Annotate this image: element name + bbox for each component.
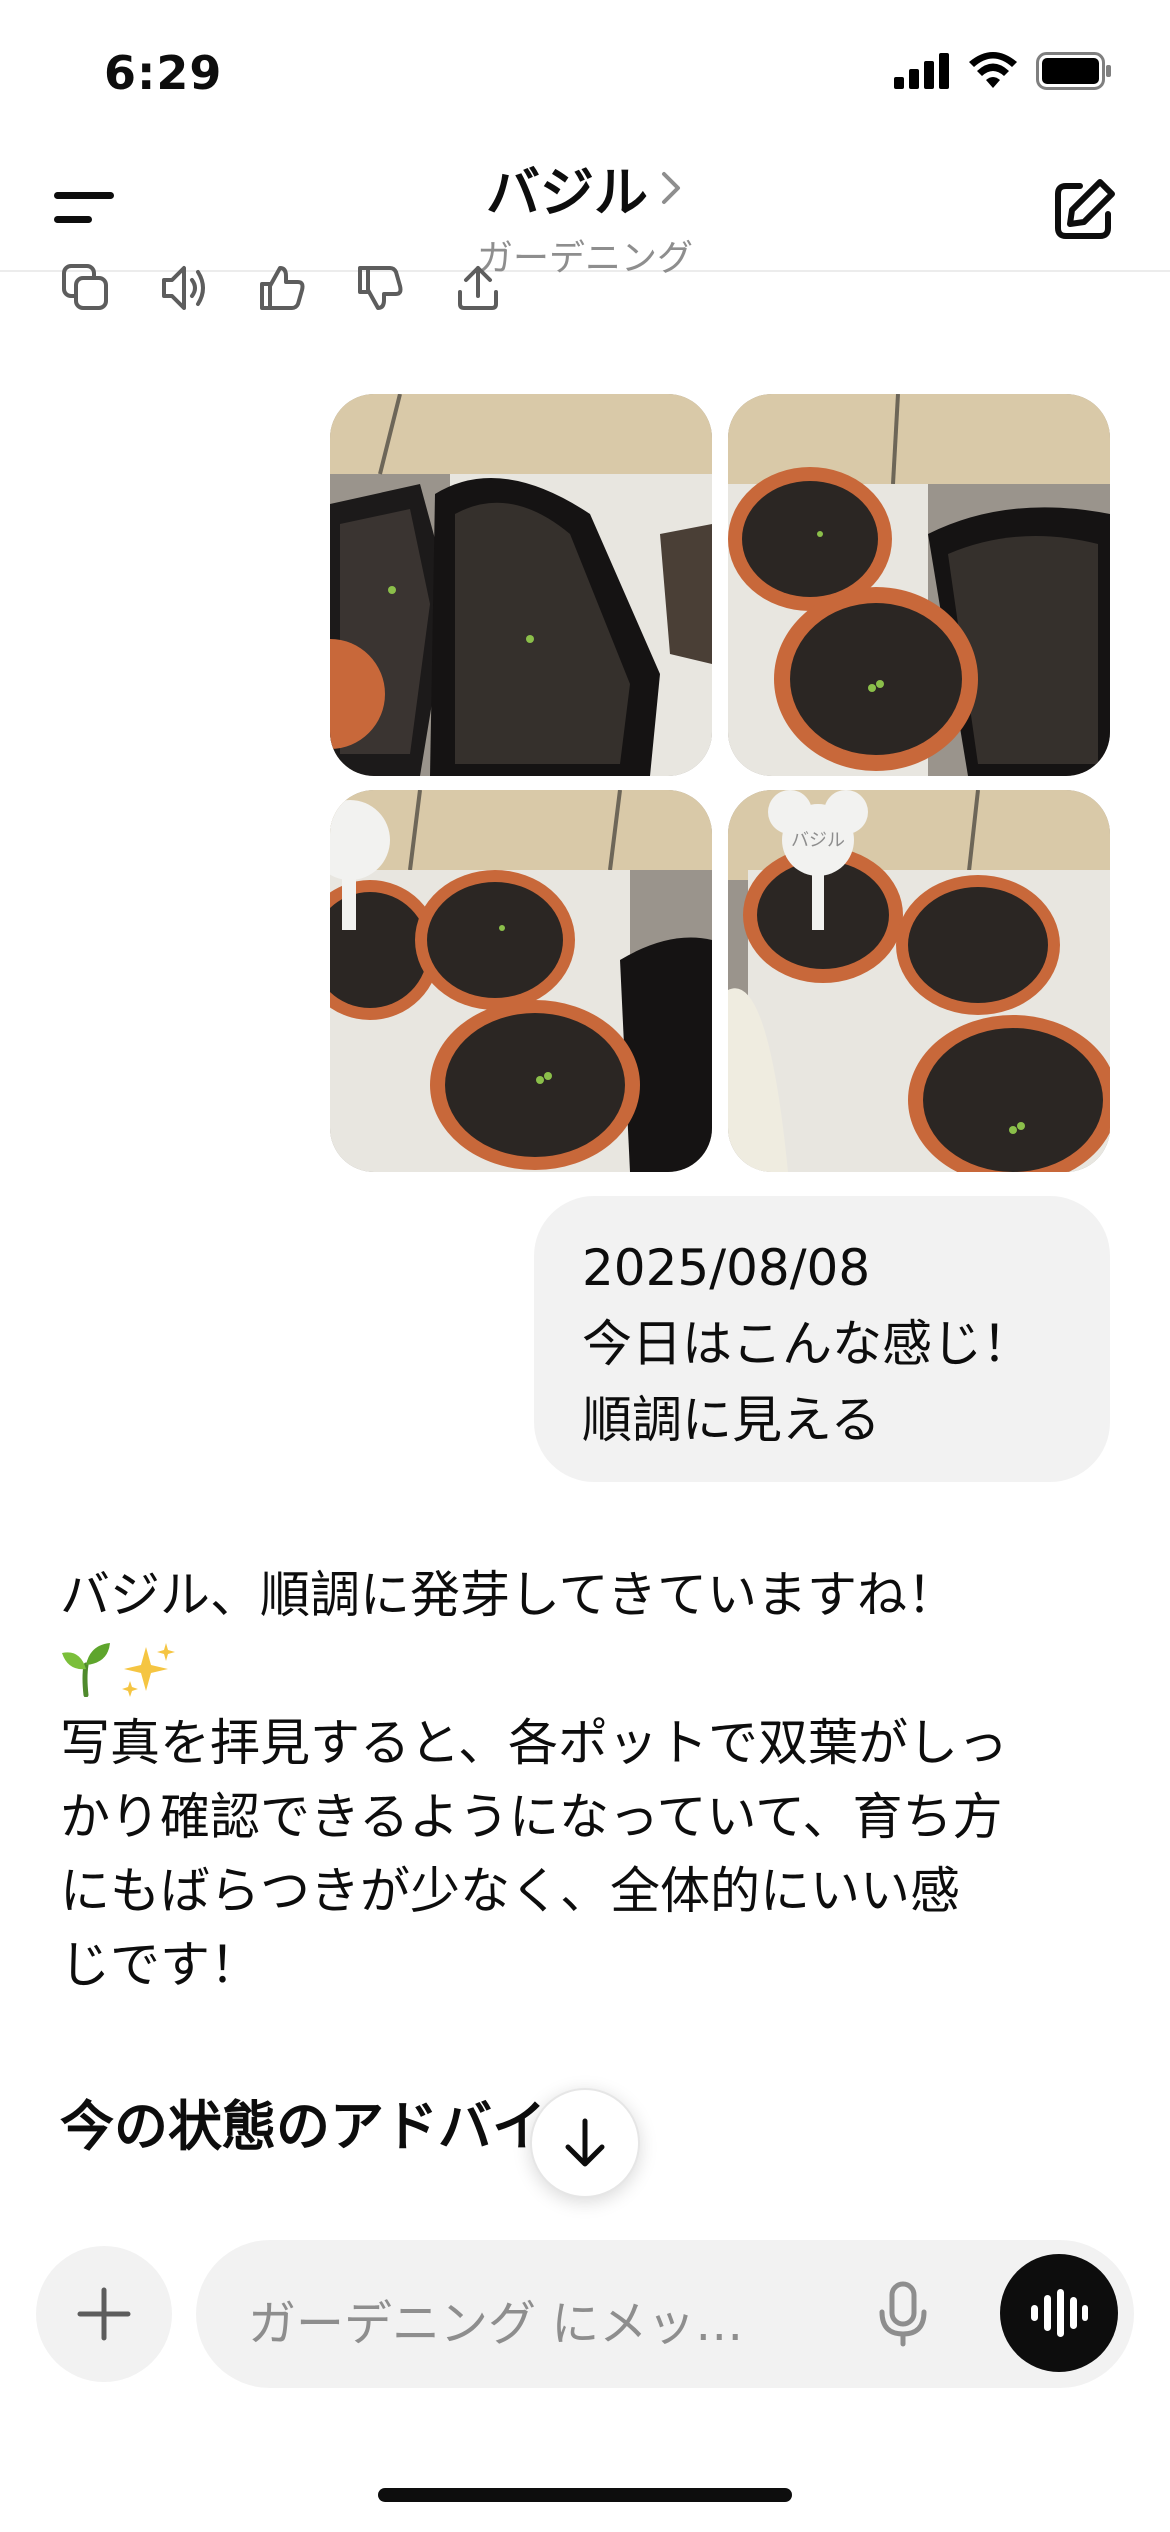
copy-icon[interactable] — [60, 262, 112, 314]
status-bar: 6:29 — [0, 0, 1170, 140]
chat-title-text: バジル — [486, 161, 648, 224]
microphone-icon[interactable] — [876, 2280, 930, 2348]
status-icons — [894, 52, 1112, 90]
thumbs-up-icon[interactable] — [256, 262, 308, 314]
add-attachment-button[interactable] — [36, 2246, 172, 2382]
assistant-line: じです！ — [60, 1936, 260, 1994]
thumbs-down-icon[interactable] — [354, 262, 406, 314]
status-time: 6:29 — [104, 46, 223, 100]
message-input-placeholder: ガーデニング にメッ… — [248, 2296, 744, 2352]
voice-waveform-icon — [1031, 2289, 1088, 2337]
new-chat-icon[interactable] — [1050, 176, 1118, 244]
share-icon[interactable] — [452, 262, 504, 314]
message-input[interactable]: ガーデニング にメッ… — [196, 2240, 1134, 2388]
seedling-icon — [62, 1643, 110, 1697]
assistant-line: 写真を拝見すると、各ポットで双葉がしっ — [60, 1714, 1008, 1772]
attached-photo-4[interactable]: バジル — [728, 790, 1110, 1172]
sprout-sparkles-emoji: 🌱✨ — [60, 1632, 1100, 1706]
arrow-down-icon — [565, 2118, 605, 2167]
attached-photo-3[interactable] — [330, 790, 712, 1172]
user-message-line: 今日はこんな感じ！ — [582, 1315, 1032, 1373]
assistant-line: かり確認できるようになっていて、育ち方 — [60, 1788, 1003, 1846]
cellular-signal-icon — [894, 53, 949, 89]
attached-photo-1[interactable] — [330, 394, 712, 776]
chevron-right-icon — [662, 171, 680, 204]
user-message-bubble: 2025/08/08 今日はこんな感じ！ 順調に見える — [534, 1196, 1110, 1482]
wifi-icon — [969, 52, 1017, 88]
user-message-line: 2025/08/08 — [582, 1239, 871, 1297]
message-action-row — [60, 262, 504, 314]
sparkles-icon — [122, 1643, 175, 1697]
assistant-line: バジル、順調に発芽してきていますね！ — [60, 1566, 957, 1624]
assistant-line: にもばらつきが少なく、全体的にいい感 — [60, 1862, 960, 1920]
chat-header: バジル ガーデニング — [0, 140, 1170, 279]
home-indicator — [378, 2488, 792, 2502]
plus-icon — [77, 2287, 131, 2341]
plant-label-text: バジル — [791, 830, 845, 851]
user-message-line: 順調に見える — [582, 1391, 881, 1449]
battery-icon — [1036, 52, 1111, 90]
photo-attachments: バジル — [330, 394, 1110, 1172]
voice-mode-button[interactable] — [1000, 2254, 1118, 2372]
assistant-message: バジル、順調に発芽してきていますね！ 🌱✨ 写真を拝見すると、各ポットで双葉がし… — [60, 1558, 1100, 2002]
chat-title[interactable]: バジル — [486, 148, 684, 227]
composer-bar: ガーデニング にメッ… — [0, 2230, 1170, 2530]
scroll-to-bottom-button[interactable] — [530, 2088, 640, 2198]
attached-photo-2[interactable] — [728, 394, 1110, 776]
read-aloud-icon[interactable] — [158, 262, 210, 314]
